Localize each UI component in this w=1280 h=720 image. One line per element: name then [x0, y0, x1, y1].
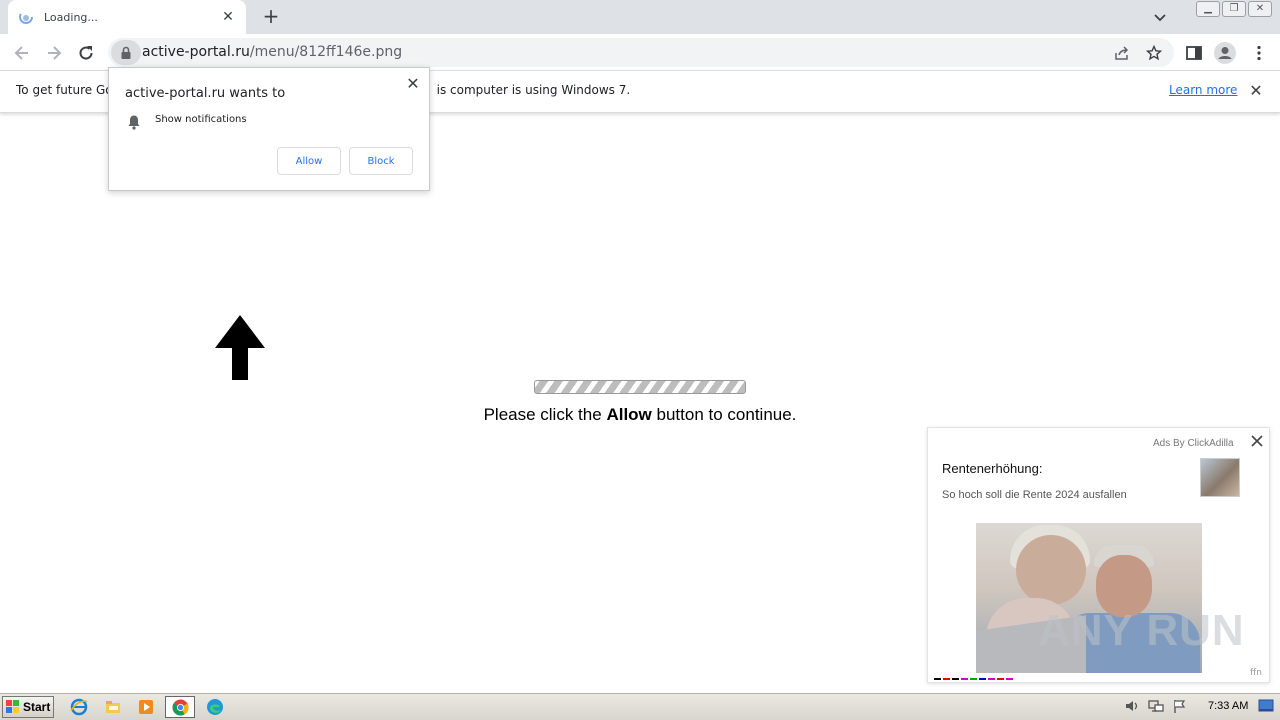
learn-more-link[interactable]: Learn more — [1169, 83, 1237, 97]
tab-active[interactable]: Loading... ✕ — [8, 0, 246, 34]
action-center-flag-icon[interactable] — [1172, 698, 1188, 714]
show-desktop-icon[interactable] — [1258, 699, 1274, 713]
taskbar-clock[interactable]: 7:33 AM — [1208, 700, 1248, 712]
system-tray — [1124, 698, 1188, 714]
anyrun-watermark: ANY RUN — [1038, 606, 1245, 655]
volume-icon[interactable] — [1124, 698, 1140, 714]
infobar-text-start: To get future Go — [16, 83, 113, 97]
browser-toolbar: active-portal.ru/menu/812ff146e.png — [0, 34, 1280, 71]
network-icon[interactable] — [1148, 698, 1164, 714]
forward-arrow-icon[interactable] — [44, 43, 64, 63]
ad-pager-dots — [934, 678, 1013, 680]
internet-explorer-icon[interactable] — [70, 698, 88, 716]
tab-title: Loading... — [44, 10, 98, 24]
url-domain: active-portal.ru — [142, 44, 250, 60]
tab-close-icon[interactable]: ✕ — [220, 9, 236, 25]
url-path: /menu/812ff146e.png — [249, 44, 403, 60]
message-text-end: button to continue. — [656, 405, 797, 424]
restore-button[interactable]: ❐ — [1222, 1, 1246, 17]
infobar-close-icon[interactable]: ✕ — [1248, 83, 1264, 99]
window-controls: ▁ ❐ ✕ — [1196, 1, 1272, 17]
site-info-button[interactable] — [111, 40, 141, 65]
ad-thumbnail[interactable] — [1200, 458, 1240, 497]
share-icon[interactable] — [1114, 45, 1130, 61]
popup-close-icon[interactable]: ✕ — [405, 76, 421, 92]
url-text: active-portal.ru/menu/812ff146e.png — [142, 44, 402, 60]
ad-provider-label: Ads By ClickAdilla — [1153, 438, 1234, 449]
up-arrow-icon — [215, 315, 265, 380]
popup-title: active-portal.ru wants to — [125, 86, 286, 101]
infobar-text-end: is computer is using Windows 7. — [436, 83, 631, 97]
file-explorer-icon[interactable] — [104, 698, 122, 716]
ad-image-face-woman — [1016, 535, 1086, 605]
notification-permission-popup: active-portal.ru wants to ✕ Show notific… — [108, 67, 430, 191]
loading-progress-bar — [534, 380, 746, 394]
chrome-icon — [172, 699, 189, 716]
media-player-icon[interactable] — [137, 698, 155, 716]
close-window-button[interactable]: ✕ — [1248, 1, 1272, 17]
bell-icon — [128, 115, 140, 130]
ad-footer-label: ffn — [1250, 668, 1262, 678]
minimize-button[interactable]: ▁ — [1196, 1, 1220, 17]
bookmark-star-icon[interactable] — [1146, 45, 1162, 61]
reload-icon[interactable] — [76, 43, 96, 63]
windows-taskbar: Start 7:33 AM — [0, 693, 1280, 720]
edge-icon[interactable] — [206, 698, 224, 716]
side-panel-icon[interactable] — [1185, 44, 1203, 62]
back-arrow-icon[interactable] — [12, 43, 32, 63]
tab-search-chevron-down-icon[interactable] — [1152, 9, 1168, 25]
profile-avatar-icon[interactable] — [1214, 42, 1236, 64]
address-bar[interactable]: active-portal.ru/menu/812ff146e.png — [108, 38, 1174, 67]
loading-favicon-icon — [19, 10, 33, 24]
tab-strip: Loading... ✕ + ▁ ❐ ✕ — [0, 0, 1280, 34]
lock-icon — [121, 46, 131, 59]
start-label: Start — [23, 700, 51, 714]
block-button[interactable]: Block — [349, 147, 413, 175]
ad-close-icon[interactable] — [1249, 433, 1265, 449]
allow-button[interactable]: Allow — [277, 147, 341, 175]
permission-label: Show notifications — [155, 114, 247, 125]
message-text-bold: Allow — [606, 405, 652, 424]
menu-kebab-icon[interactable] — [1250, 44, 1268, 62]
ad-widget[interactable]: Ads By ClickAdilla Rentenerhöhung: So ho… — [927, 427, 1270, 683]
message-text-start: Please click the — [483, 405, 602, 424]
ad-title[interactable]: Rentenerhöhung: — [942, 461, 1042, 476]
start-button[interactable]: Start — [2, 696, 54, 718]
ad-subtitle[interactable]: So hoch soll die Rente 2024 ausfallen — [942, 489, 1127, 501]
new-tab-button[interactable]: + — [260, 6, 282, 28]
instruction-message: Please click the Allow button to continu… — [0, 405, 1280, 425]
chrome-taskbar-button[interactable] — [165, 696, 195, 718]
windows-flag-icon — [6, 700, 19, 713]
